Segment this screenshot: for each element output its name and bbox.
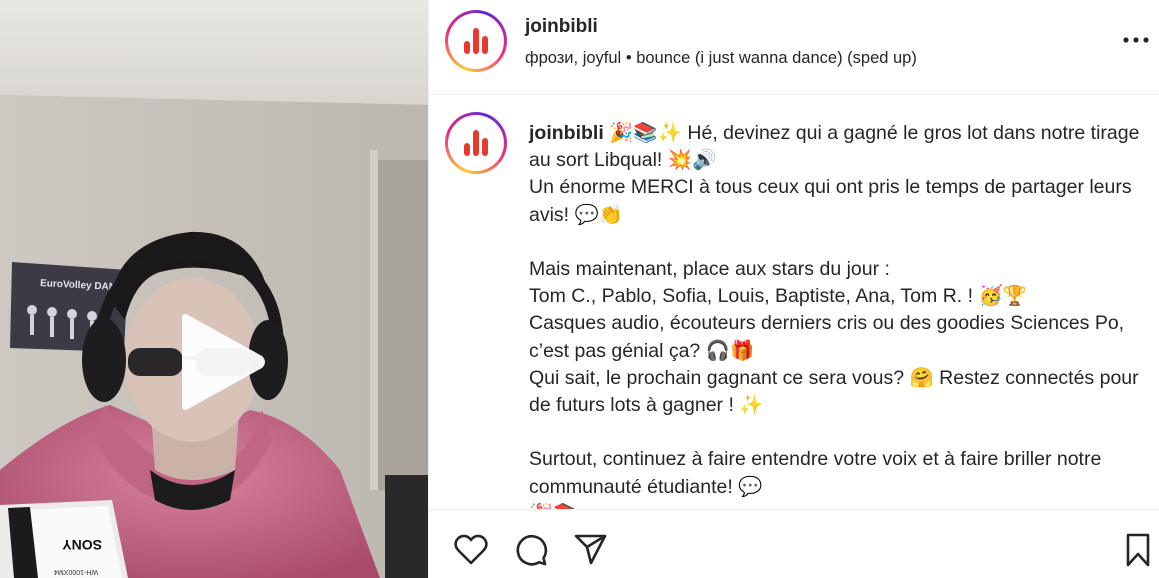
action-bar <box>429 509 1159 578</box>
play-icon <box>182 314 265 410</box>
caption-username[interactable]: joinbibli <box>529 122 604 144</box>
like-button[interactable] <box>453 532 489 568</box>
bibli-logo-icon <box>464 28 488 54</box>
video-player[interactable]: EuroVolley DANCE SONY WH-1000XM4 <box>0 0 428 578</box>
audio-track[interactable]: bounce (i just wanna dance) (sped up) <box>636 49 917 67</box>
heart-icon <box>454 534 488 565</box>
video-frame: EuroVolley DANCE SONY WH-1000XM4 <box>0 0 428 578</box>
share-button[interactable] <box>573 532 609 568</box>
save-button[interactable] <box>1121 532 1157 568</box>
comment-button[interactable] <box>513 532 549 568</box>
post-header: joinbibli фрози, joyful • bounce (i just… <box>429 0 1159 95</box>
caption-body: 🎉📚✨ Hé, devinez qui a gagné le gros lot … <box>529 122 1140 509</box>
caption-section: joinbibli 🎉📚✨ Hé, devinez qui a gagné le… <box>429 96 1159 509</box>
play-button[interactable] <box>168 312 268 412</box>
share-icon <box>574 534 607 565</box>
post-panel: joinbibli фрози, joyful • bounce (i just… <box>428 0 1159 578</box>
more-options-icon <box>1123 37 1149 43</box>
author-avatar[interactable] <box>445 10 507 72</box>
caption-avatar[interactable] <box>445 112 507 174</box>
bibli-logo-icon <box>464 130 488 156</box>
audio-separator: • <box>625 49 632 67</box>
svg-text:WH-1000XM4: WH-1000XM4 <box>54 568 98 575</box>
bookmark-icon <box>1126 533 1150 567</box>
svg-text:SONY: SONY <box>62 537 102 553</box>
comment-icon <box>516 534 548 566</box>
audio-info: фрози, joyful • bounce (i just wanna dan… <box>525 49 917 68</box>
author-username[interactable]: joinbibli <box>525 16 598 38</box>
headphone-box: SONY WH-1000XM4 <box>0 500 128 578</box>
caption-text: joinbibli 🎉📚✨ Hé, devinez qui a gagné le… <box>529 120 1144 509</box>
audio-artist[interactable]: фрози, joyful <box>525 49 621 67</box>
more-options-button[interactable] <box>1123 28 1149 52</box>
